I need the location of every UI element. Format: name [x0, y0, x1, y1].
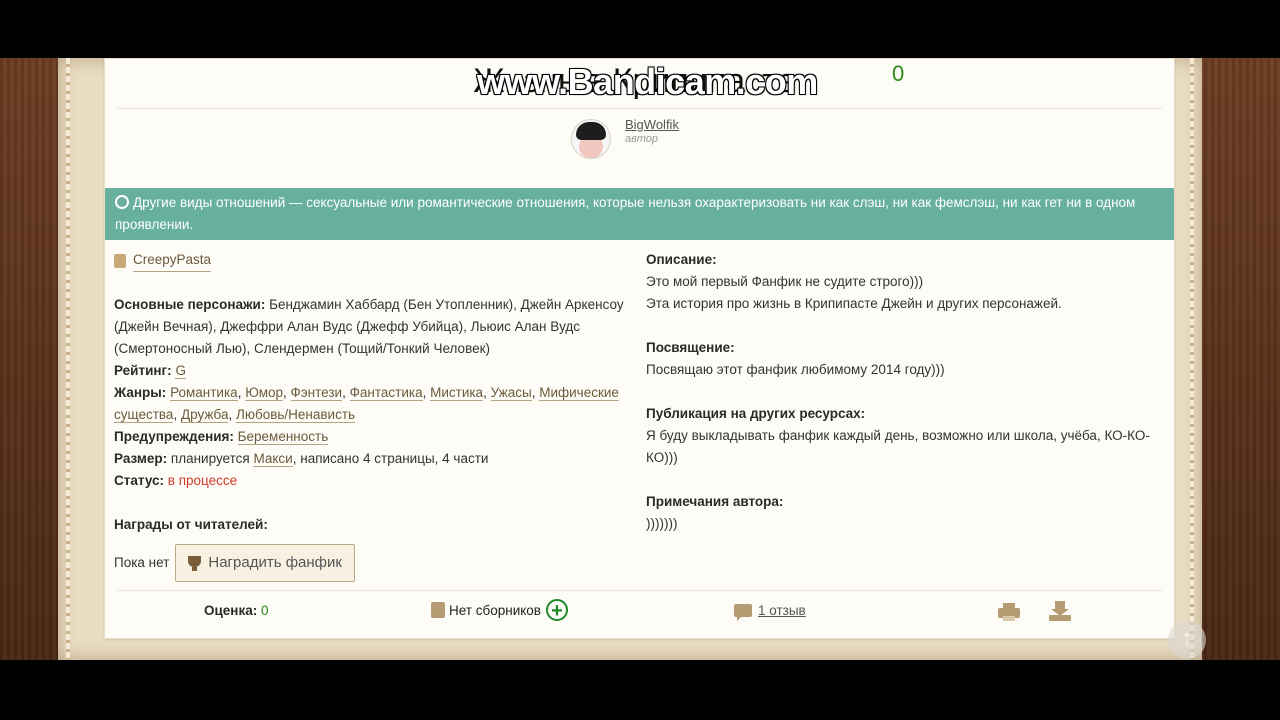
size-suffix: , написано 4 страницы, 4 части — [292, 451, 489, 466]
book-icon — [114, 253, 126, 268]
parchment-panel: Жизнь в Крипипасте. 0 www.Bandicam.com B… — [58, 58, 1202, 660]
score-value: 0 — [261, 603, 269, 618]
awards-none-text: Пока нет — [114, 555, 170, 570]
genre-link[interactable]: Фантастика — [349, 385, 423, 401]
print-icon[interactable] — [998, 603, 1020, 621]
scroll-to-top-icon[interactable]: ↑ — [1168, 621, 1206, 659]
fanfic-header-card: Жизнь в Крипипасте. 0 www.Bandicam.com B… — [104, 58, 1175, 639]
description-line: Эта история про жизнь в Крипипасте Джейн… — [646, 296, 1062, 311]
details-column: Описание: Это мой первый Фанфик не судит… — [646, 249, 1166, 535]
genre-link[interactable]: Юмор — [245, 385, 283, 401]
info-column: CreepyPasta Основные персонажи: Бенджами… — [114, 249, 629, 582]
rating-label: Рейтинг: — [114, 363, 172, 378]
warning-link[interactable]: Беременность — [237, 429, 329, 445]
direction-banner: Другие виды отношений — сексуальные или … — [105, 188, 1174, 240]
genre-link[interactable]: Романтика — [170, 385, 238, 401]
collections-text: Нет сборников — [449, 602, 541, 618]
author-role: автор — [625, 133, 659, 145]
characters-row: Основные персонажи: Бенджамин Хаббард (Б… — [114, 294, 629, 360]
download-icon[interactable] — [1049, 601, 1071, 621]
status-row: Статус: в процессе — [114, 470, 629, 492]
fandom-link[interactable]: CreepyPasta — [133, 249, 212, 272]
notes-text: ))))))) — [646, 516, 678, 531]
circle-icon — [115, 195, 129, 209]
genres-row: Жанры: Романтика, Юмор, Фэнтези, Фантаст… — [114, 385, 619, 423]
author-name-link[interactable]: BigWolfik — [625, 117, 679, 132]
genre-link[interactable]: Фэнтези — [290, 385, 343, 401]
description-label: Описание: — [646, 252, 717, 267]
status-label: Статус: — [114, 473, 164, 488]
collection-icon — [431, 602, 445, 618]
direction-text: Другие виды отношений — сексуальные или … — [115, 195, 1136, 232]
rating-row: Рейтинг: G — [114, 360, 629, 382]
award-fanfic-button[interactable]: Наградить фанфик — [175, 544, 355, 582]
genre-link[interactable]: Ужасы — [490, 385, 532, 401]
rating-link[interactable]: G — [175, 363, 186, 379]
size-label: Размер: — [114, 451, 168, 466]
score-label: Оценка: — [204, 603, 258, 618]
genre-link[interactable]: Дружба — [180, 407, 229, 423]
divider — [117, 108, 1162, 109]
genre-link[interactable]: Мистика — [430, 385, 484, 401]
dedication-label: Посвящение: — [646, 340, 735, 355]
wooden-frame: Жизнь в Крипипасте. 0 www.Bandicam.com B… — [0, 58, 1280, 660]
reviews-text[interactable]: 1 отзыв — [758, 603, 806, 618]
score: Оценка: 0 — [204, 603, 269, 618]
publication-text: Я буду выкладывать фанфик каждый день, в… — [646, 428, 1150, 465]
awards-row: Награды от читателей: — [114, 514, 629, 536]
fandom-row: CreepyPasta — [114, 249, 629, 272]
award-button-label: Наградить фанфик — [208, 554, 342, 571]
warnings-row: Предупреждения: Беременность — [114, 426, 629, 448]
publication-label: Публикация на других ресурсах: — [646, 406, 866, 421]
status-value: в процессе — [167, 473, 238, 488]
characters-label: Основные персонажи: — [114, 297, 266, 312]
description-line: Это мой первый Фанфик не судите строго))… — [646, 274, 924, 289]
dedication-text: Посвящаю этот фанфик любимому 2014 году)… — [646, 362, 945, 377]
bandicam-watermark: www.Bandicam.com — [477, 61, 818, 102]
add-to-collection-icon[interactable]: + — [545, 599, 568, 621]
warnings-label: Предупреждения: — [114, 429, 234, 444]
divider — [117, 590, 1162, 591]
likes-count[interactable]: 0 — [892, 61, 904, 87]
comment-icon — [734, 604, 752, 621]
collections: Нет сборников + — [431, 599, 568, 621]
size-link[interactable]: Макси — [253, 451, 293, 467]
notes-label: Примечания автора: — [646, 494, 784, 509]
trophy-icon — [188, 555, 202, 571]
awards-label: Награды от читателей: — [114, 517, 268, 532]
size-row: Размер: планируется Макси, написано 4 ст… — [114, 448, 629, 470]
genre-link[interactable]: Любовь/Ненависть — [235, 407, 356, 423]
avatar[interactable] — [571, 119, 611, 159]
awards-actions: Пока нет Наградить фанфик — [114, 544, 629, 582]
size-prefix: планируется — [170, 451, 250, 466]
reviews-link[interactable]: 1 отзыв — [734, 603, 806, 621]
genres-label: Жанры: — [114, 385, 167, 400]
footer-toolbar: Оценка: 0 Нет сборников + 1 отзыв — [105, 595, 1174, 635]
